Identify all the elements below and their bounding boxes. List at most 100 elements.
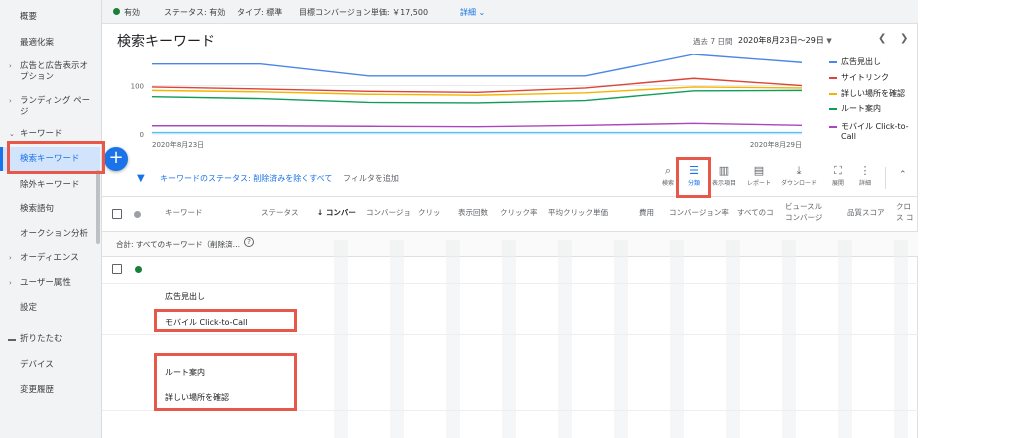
sidebar-item-devices[interactable]: デバイス [0,360,100,371]
sidebar-item-label: 折りたたむ [20,334,63,344]
legend-label: 詳しい場所を確認 [841,89,905,98]
date-range-label: 過去 7 日間 [693,37,733,46]
chart-series-line-0 [152,54,803,77]
more-tool-button[interactable]: ⋮ 詳細 [847,164,883,188]
status-filter-chip[interactable]: キーワードのステータス: 削除済みを除くすべて [160,173,332,184]
highlight-box-segment [676,157,711,198]
prev-period-button[interactable]: ❮ [878,33,886,44]
reports-icon: ▤ [753,164,765,177]
chevron-up-icon[interactable]: ⌃ [899,170,907,180]
row-divider [102,334,918,335]
legend-swatch [829,61,837,63]
sidebar-item-settings[interactable]: 設定 [0,303,100,314]
date-range-picker[interactable]: 2020年8月23日～29日 ▼ [738,35,832,46]
legend-label: モバイル Click-to-Call [841,122,909,141]
caret-right-icon: › [9,254,12,262]
sidebar-item-audiences[interactable]: › オーディエンス [0,253,100,264]
download-tool-button[interactable]: ⤓ ダウンロード [781,164,817,188]
x-tick-label: 2020年8月29日 [750,140,802,149]
blurred-table-data [310,240,918,438]
column-header-conversions[interactable]: ↓ コンバー [317,207,367,218]
enabled-status-dot-icon [113,8,120,15]
y-tick-label: 0 [140,131,144,139]
sidebar-item-ads[interactable]: › 広告と広告表示オプション [0,61,95,83]
column-header-conversion-value[interactable]: コンバージョ [366,207,410,218]
sidebar-item-label: 概要 [20,12,38,22]
column-header-avg-cpc[interactable]: 平均クリック単価 [548,207,610,218]
sidebar-item-negative-keywords[interactable]: 除外キーワード [0,180,100,191]
sidebar-item-label: 検索語句 [20,204,55,214]
highlight-box-sidebar [7,141,105,174]
sidebar-item-overview[interactable]: 概要 [0,12,100,23]
sidebar-item-auction-insights[interactable]: オークション分析 [0,229,100,240]
status-label: ステータス: 有効 [164,8,226,17]
sidebar-item-recommendations[interactable]: 最適化案 [0,38,100,49]
date-range-value: 2020年8月23日～29日 [738,36,824,45]
caret-down-icon: ⌄ [9,130,15,138]
sidebar-collapse[interactable]: 折りたたむ [0,334,100,345]
chart-series-line-4 [152,122,803,128]
table-header: キーワード ステータス ↓ コンバー コンバージョ クリッ 表示回数 クリック率… [102,196,918,232]
highlight-box-directions-location [154,353,297,411]
column-header-status[interactable]: ステータス [261,207,311,218]
type-label: タイプ: 標準 [237,8,283,17]
legend-swatch [829,93,837,95]
sort-desc-icon: ↓ [317,208,324,217]
details-link[interactable]: 詳細 ⌄ [460,7,485,18]
collapse-icon [8,339,16,341]
sidebar-scrollbar[interactable] [96,170,100,244]
sidebar-item-label: キーワード [20,129,63,139]
segment-row-headline: 広告見出し [165,292,205,301]
column-header-view-through[interactable]: ビュースル コンバージ [785,201,831,225]
sidebar-item-landing-pages[interactable]: › ランディング ページ [0,96,95,118]
tool-label: レポート [746,180,771,187]
chevron-down-icon: ⌄ [478,8,486,17]
y-tick-label: 100 [131,83,144,91]
sidebar-item-label: デバイス [20,360,54,370]
status-dot-icon [134,211,141,218]
column-header-all-conversions[interactable]: すべてのコ [737,207,781,218]
sidebar-item-label: 広告と広告表示オプション [20,61,89,82]
sidebar-item-label: ユーザー属性 [20,278,71,288]
column-header-ctr[interactable]: クリック率 [500,207,544,218]
legend-label: 広告見出し [841,57,881,66]
tool-label: ダウンロード [781,180,818,187]
add-button[interactable]: + [104,147,128,171]
filter-icon[interactable]: ▼ [137,173,145,184]
highlight-box-mobile-call [154,309,297,332]
help-icon[interactable]: ? [244,237,254,247]
plus-icon: + [108,147,124,168]
legend-label: ルート案内 [841,104,881,113]
legend-label: サイトリンク [841,73,889,82]
more-icon: ⋮ [859,164,871,177]
column-header-clicks[interactable]: クリッ [418,207,446,218]
caret-right-icon: › [9,279,12,287]
sidebar-item-change-history[interactable]: 変更履歴 [0,385,100,396]
column-header-keyword[interactable]: キーワード [165,207,245,218]
column-header-cross-conversions[interactable]: クロス コンバ [896,201,918,225]
select-all-checkbox[interactable] [112,209,122,219]
sidebar-item-label: オーディエンス [20,253,79,263]
next-period-button[interactable]: ❯ [900,33,908,44]
sidebar-item-label: 最適化案 [20,38,55,48]
app-frame: 概要 最適化案 › 広告と広告表示オプション › ランディング ページ ⌄ キーワード… [0,0,918,438]
sidebar-item-demographics[interactable]: › ユーザー属性 [0,278,100,289]
page-title: 検索キーワード [117,34,215,50]
legend-swatch [829,77,837,79]
sidebar-item-label: ランディング ページ [20,96,91,117]
add-filter-button[interactable]: フィルタを追加 [343,173,399,184]
column-header-cost[interactable]: 費用 [639,207,665,218]
column-header-conversion-rate[interactable]: コンバージョン率 [669,207,731,218]
target-cpa-label: 目標コンバージョン単価: ￥17,500 [299,8,429,17]
reports-tool-button[interactable]: ▤ レポート [741,164,777,188]
column-header-quality-score[interactable]: 品質スコア [847,207,891,218]
column-header-impressions[interactable]: 表示回数 [458,207,502,218]
sidebar-item-keywords[interactable]: ⌄ キーワード [0,129,100,140]
x-tick-label: 2020年8月23日 [152,140,204,149]
sidebar-item-search-terms[interactable]: 検索語句 [0,204,100,215]
row-checkbox[interactable] [112,264,122,274]
sidebar-item-label: 除外キーワード [20,180,80,190]
columns-tool-button[interactable]: ▥ 表示項目 [706,164,742,188]
row-divider [102,283,918,284]
download-icon: ⤓ [796,164,802,177]
